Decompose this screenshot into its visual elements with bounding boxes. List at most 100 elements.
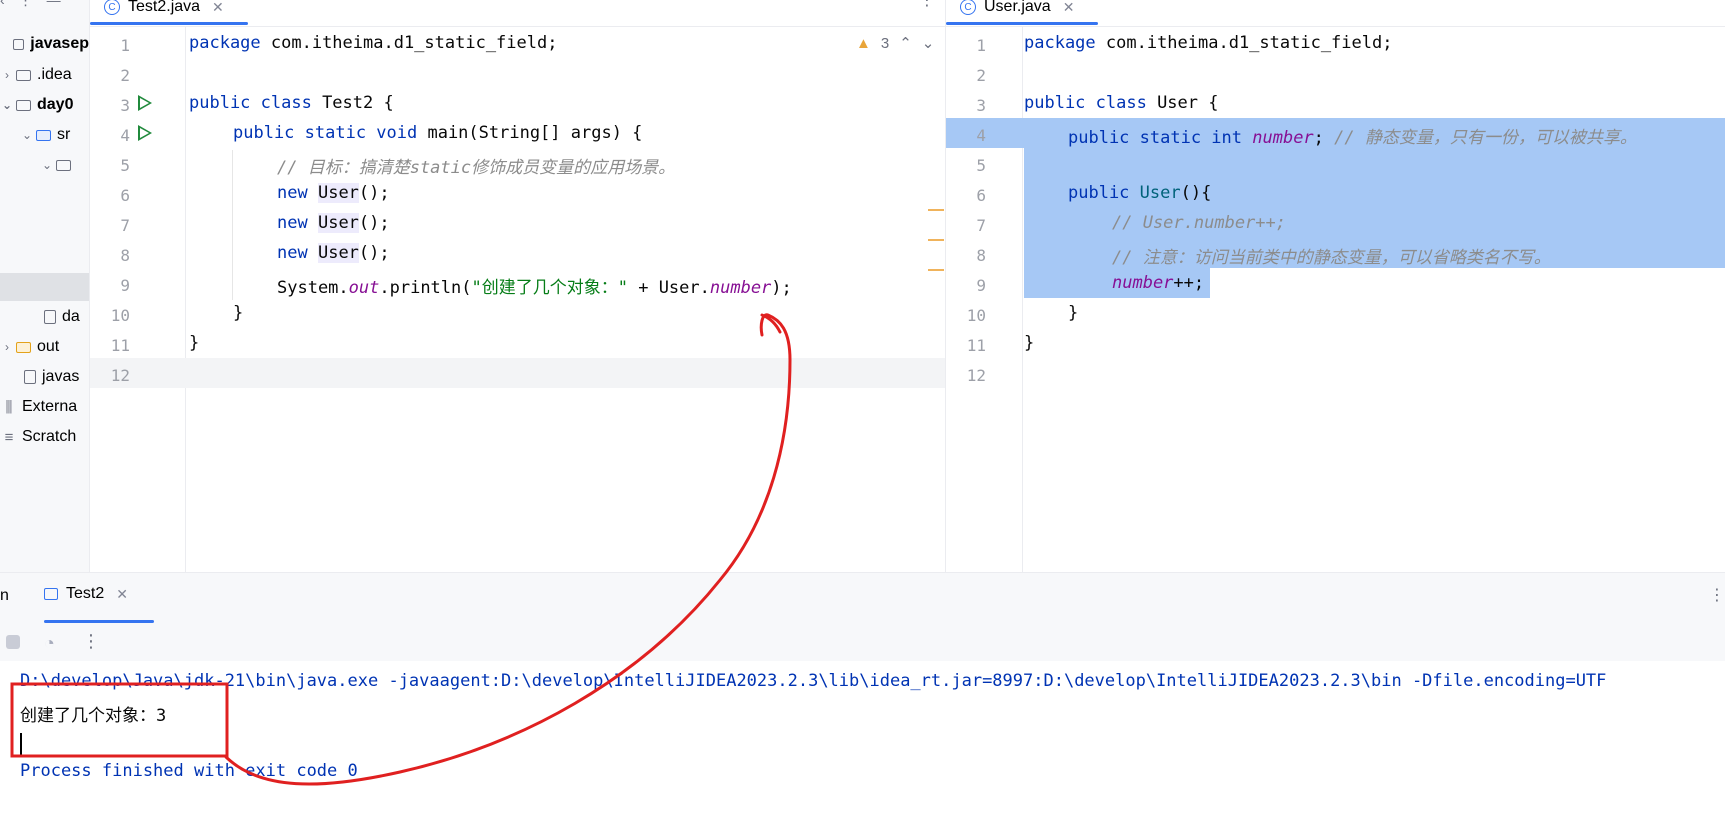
code-line-11[interactable]: } <box>1024 333 1034 353</box>
scratches-icon: ≡ <box>4 428 14 446</box>
source-folder-icon <box>36 129 51 141</box>
tree-item-label: javasep <box>30 35 89 52</box>
close-icon[interactable]: ✕ <box>212 0 224 16</box>
code-line-9[interactable]: System.out.println("创建了几个对象：" + User.num… <box>277 273 792 298</box>
tree-item-project[interactable]: javasep <box>0 30 89 58</box>
chevron-right-icon[interactable]: › <box>0 68 14 82</box>
line-number: 8 <box>120 246 130 265</box>
stop-icon[interactable] <box>6 635 20 649</box>
tree-item-label: sr <box>57 126 71 143</box>
tree-item-package[interactable]: ⌄ <box>0 151 89 179</box>
tree-item-module[interactable]: ⌄ day0 <box>0 91 89 119</box>
code-text: ; <box>1313 128 1324 148</box>
editor-test2[interactable]: C Test2.java ✕ ⋮ ▲ 3 ⌃ ⌄ 1 2 3 4 5 6 7 8… <box>90 0 946 572</box>
code-line-11[interactable]: } <box>189 333 199 353</box>
project-tool-window: ‹⋮— javasep › .idea ⌄ day0 ⌄ sr ⌄ da › o… <box>0 0 90 572</box>
tree-item-out[interactable]: › out <box>0 333 89 361</box>
code-line-8-comment[interactable]: // 注意：访问当前类中的静态变量，可以省略类名不写。 <box>1112 243 1551 268</box>
tree-item-label: day0 <box>37 96 74 113</box>
code-line-3[interactable]: public class User { <box>1024 93 1218 113</box>
run-header: n Test2 ✕ ⋮ <box>0 573 1725 625</box>
class-reference: User <box>317 183 359 203</box>
tab-test2-java[interactable]: C Test2.java ✕ <box>104 0 224 22</box>
editor-user[interactable]: C User.java ✕ 1 2 3 4 5 6 7 8 9 10 11 12… <box>946 0 1725 572</box>
constructor-name: User <box>1139 183 1181 203</box>
code-line-4[interactable]: public static int number; // 静态变量，只有一份，可… <box>1068 123 1637 148</box>
tree-item-file[interactable]: da <box>0 303 89 331</box>
tree-item-external-libraries[interactable]: ⫼ Externa <box>0 393 89 421</box>
line-number: 5 <box>120 156 130 175</box>
tree-item-label: Scratch <box>22 428 77 445</box>
line-number: 6 <box>120 186 130 205</box>
line-number: 2 <box>120 66 130 85</box>
keyword: public class <box>1024 93 1147 113</box>
file-icon <box>24 370 36 384</box>
gutter-divider <box>185 26 186 572</box>
code-text: com.itheima.d1_static_field; <box>260 33 558 53</box>
more-options-icon[interactable]: ⋮ <box>82 631 100 652</box>
run-window-title: n <box>0 587 9 604</box>
run-class-icon[interactable] <box>138 95 152 111</box>
close-icon[interactable]: ✕ <box>1063 0 1075 16</box>
more-options-icon[interactable]: ⋮ <box>919 0 935 10</box>
close-icon[interactable]: ✕ <box>116 586 128 603</box>
line-number: 8 <box>976 246 986 265</box>
run-main-icon[interactable] <box>138 125 152 141</box>
tree-item-idea[interactable]: › .idea <box>0 61 89 89</box>
static-field: out <box>348 278 380 298</box>
code-text: ); <box>771 278 792 298</box>
keyword: public static int <box>1068 128 1242 148</box>
chevron-down-icon[interactable]: ⌄ <box>922 34 935 52</box>
more-options-icon[interactable]: ⋮ <box>1709 585 1725 605</box>
comment: // 静态变量，只有一份，可以被共享。 <box>1323 128 1637 148</box>
warning-marker[interactable] <box>928 239 944 241</box>
line-number: 4 <box>976 126 986 145</box>
line-number: 2 <box>976 66 986 85</box>
line-number: 10 <box>966 306 986 325</box>
tree-item-label: .idea <box>37 66 72 83</box>
chevron-up-icon[interactable]: ⌃ <box>899 34 912 52</box>
keyword: package <box>189 33 261 53</box>
code-line-3[interactable]: public class Test2 { <box>189 93 394 113</box>
code-line-7[interactable]: new User(); <box>277 213 390 233</box>
code-line-6[interactable]: public User(){ <box>1068 183 1211 203</box>
line-number: 9 <box>976 276 986 295</box>
code-line-6[interactable]: new User(); <box>277 183 390 203</box>
code-line-1[interactable]: package com.itheima.d1_static_field; <box>189 33 557 53</box>
chevron-down-icon[interactable]: ⌄ <box>40 158 54 172</box>
project-toolbar-icons[interactable]: ‹⋮— <box>0 0 75 9</box>
file-icon <box>44 310 56 324</box>
code-text: .println( <box>379 278 472 298</box>
code-text: com.itheima.d1_static_field; <box>1095 33 1393 53</box>
code-line-7-comment[interactable]: // User.number++; <box>1112 213 1286 233</box>
run-toolbar: ◔ ⋮ <box>0 625 1725 661</box>
code-line-5-comment[interactable]: // 目标：搞清楚static修饰成员变量的应用场景。 <box>277 153 675 178</box>
tab-user-java[interactable]: C User.java ✕ <box>960 0 1074 22</box>
run-tab-test2[interactable]: Test2 ✕ <box>44 585 128 603</box>
tree-item-label: Externa <box>22 398 78 415</box>
tree-item-selected[interactable] <box>0 273 89 301</box>
code-line-9[interactable]: number++; <box>1112 273 1204 293</box>
chevron-down-icon[interactable]: ⌄ <box>20 128 34 142</box>
code-text: (); <box>358 243 390 263</box>
code-text: User { <box>1146 93 1219 113</box>
chevron-right-icon[interactable]: › <box>0 340 14 354</box>
inspection-widget[interactable]: ▲ 3 ⌃ ⌄ <box>856 34 935 53</box>
tree-item-scratches[interactable]: ≡ Scratch <box>0 423 89 451</box>
code-line-10[interactable]: } <box>233 303 243 323</box>
line-number: 6 <box>976 186 986 205</box>
tree-item-src[interactable]: ⌄ sr <box>0 121 89 149</box>
warning-marker[interactable] <box>928 269 944 271</box>
code-line-10[interactable]: } <box>1068 303 1078 323</box>
profiler-icon[interactable]: ◔ <box>44 633 55 654</box>
code-line-1[interactable]: package com.itheima.d1_static_field; <box>1024 33 1392 53</box>
console-exit-line: Process finished with exit code 0 <box>20 761 358 781</box>
warning-marker[interactable] <box>928 209 944 211</box>
tree-item-iml[interactable]: javas <box>0 363 89 391</box>
code-line-8[interactable]: new User(); <box>277 243 390 263</box>
chevron-down-icon[interactable]: ⌄ <box>0 98 14 112</box>
line-number: 12 <box>966 366 986 385</box>
code-line-4[interactable]: public static void main(String[] args) { <box>233 123 642 143</box>
active-tab-indicator <box>90 22 248 25</box>
console-command-line: D:\develop\Java\jdk-21\bin\java.exe -jav… <box>20 671 1607 691</box>
